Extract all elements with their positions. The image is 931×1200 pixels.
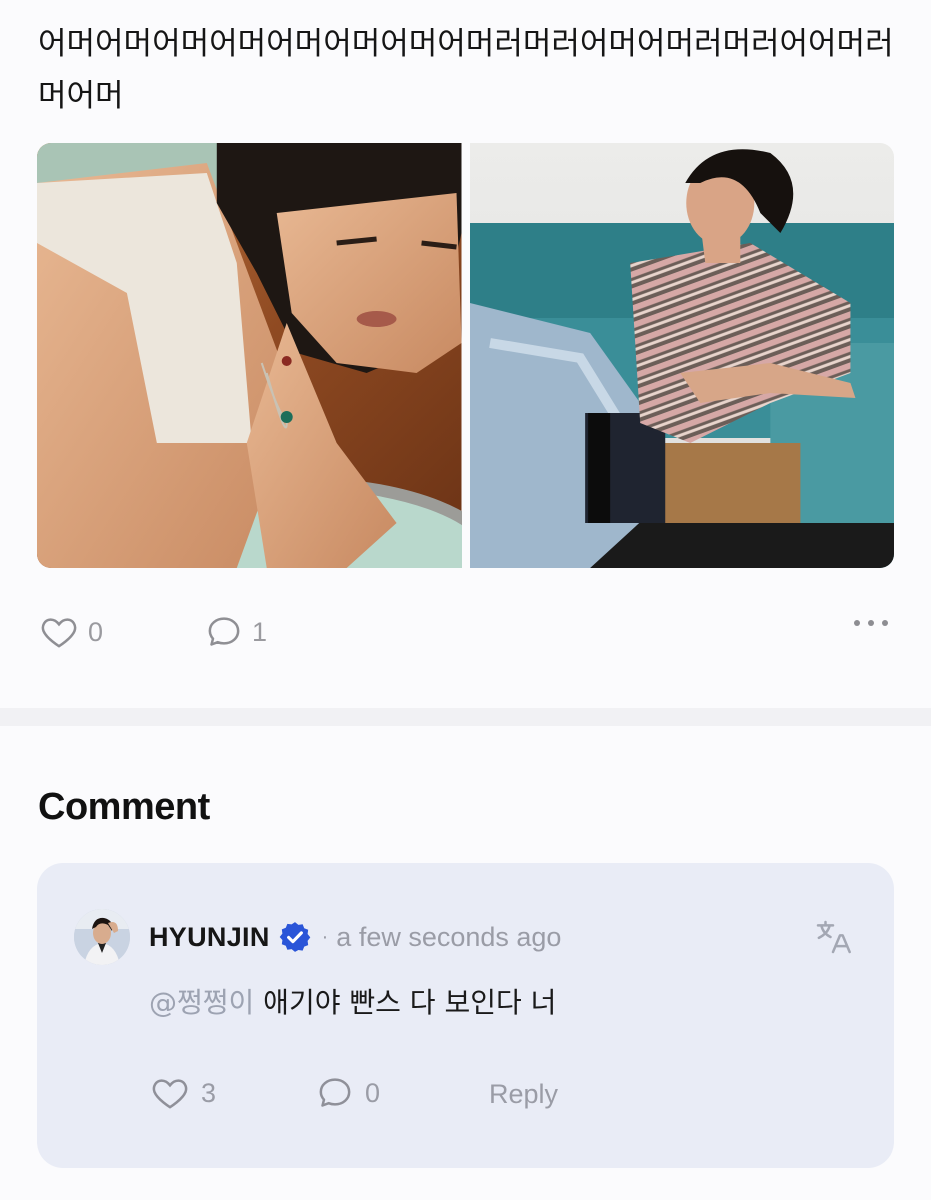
comment-reply-count: 0 <box>365 1077 381 1108</box>
photo-icon <box>37 143 462 568</box>
comment-bubble-icon <box>208 617 240 646</box>
translate-icon[interactable] <box>812 917 854 957</box>
post-photo-grid <box>37 143 894 568</box>
photo-icon <box>469 143 894 568</box>
user-mention[interactable]: @쩡쩡이 <box>149 986 254 1019</box>
heart-icon <box>152 1079 188 1109</box>
post-text: 어머어머어머어머어머어머어머어머러머러어머어머러머러어어머러머어머 <box>38 26 894 114</box>
more-options-button[interactable] <box>854 620 888 626</box>
comment-actions: 3 0 Reply <box>149 1073 749 1117</box>
avatar-image <box>74 909 130 965</box>
comment-card: HYUNJIN · a few seconds ago @쩡쩡이 애기야 빤스 … <box>37 863 894 1168</box>
comment-message: 애기야 빤스 다 보인다 너 <box>254 986 557 1019</box>
author-name[interactable]: HYUNJIN <box>149 922 270 953</box>
heart-icon <box>41 618 77 648</box>
meta-separator: · <box>321 925 329 948</box>
post-actions: 0 1 <box>38 612 894 656</box>
comment-reply-count-button[interactable]: 0 <box>315 1073 380 1113</box>
reply-button[interactable]: Reply <box>489 1079 558 1110</box>
post-photo-1[interactable] <box>37 143 462 568</box>
post-like-button[interactable]: 0 <box>38 612 103 652</box>
comment-meta: HYUNJIN · a few seconds ago <box>149 919 561 955</box>
section-divider <box>0 708 931 726</box>
more-dots-icon <box>854 620 860 626</box>
comment-text: @쩡쩡이 애기야 빤스 다 보인다 너 <box>149 983 556 1023</box>
comment-like-count: 3 <box>201 1077 217 1108</box>
verified-badge-icon <box>279 922 310 952</box>
post-like-count: 0 <box>88 616 104 647</box>
comment-like-button[interactable]: 3 <box>149 1073 216 1113</box>
comments-heading: Comment <box>38 786 210 828</box>
avatar[interactable] <box>74 909 130 965</box>
comment-bubble-icon <box>319 1078 351 1107</box>
post-comment-count: 1 <box>252 616 268 647</box>
post-comment-button[interactable]: 1 <box>204 612 267 652</box>
post-photo-2[interactable] <box>469 143 894 568</box>
comment-timestamp: a few seconds ago <box>336 921 562 952</box>
